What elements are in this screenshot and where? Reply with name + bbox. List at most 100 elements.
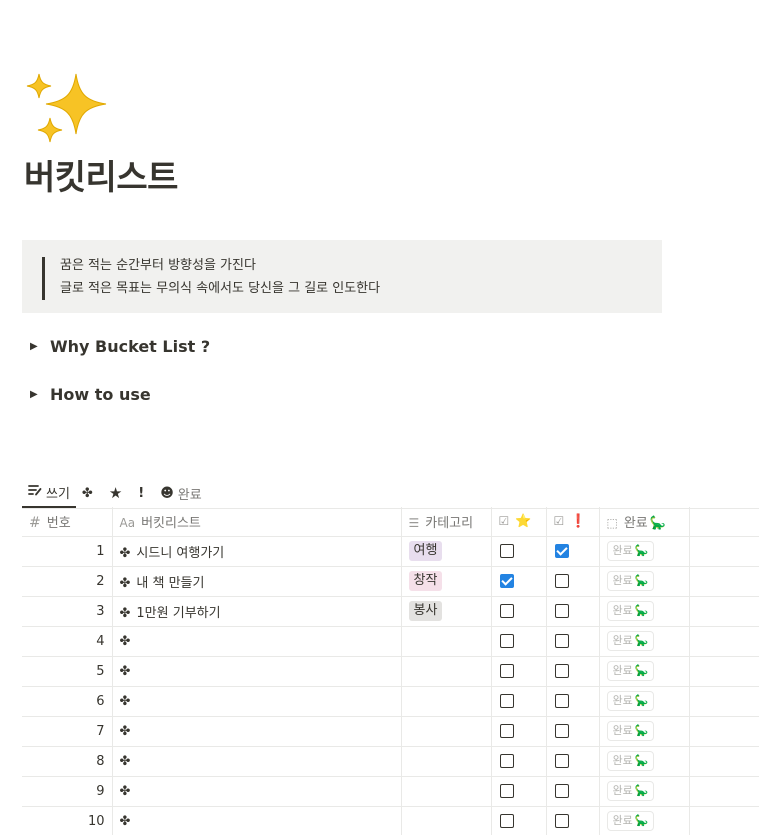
quote-block[interactable]: 꿈은 적는 순간부터 방향성을 가진다 글로 적은 목표는 무의식 속에서도 당… — [22, 240, 662, 313]
row-number[interactable]: 7 — [22, 716, 112, 747]
row-category[interactable] — [400, 776, 491, 807]
urgent-checkbox[interactable] — [554, 634, 569, 648]
star-checkbox[interactable] — [499, 544, 514, 558]
row-number[interactable]: 8 — [22, 746, 112, 777]
tab-label: 쓰기 — [46, 486, 70, 502]
done-button[interactable]: 완료 🦕 — [606, 811, 655, 831]
table-row[interactable]: 2 ✤ 내 책 만들기 창작 완료 🦕 — [22, 566, 759, 597]
column-header-done[interactable]: ⬚ 완료 🦕 — [598, 507, 689, 537]
row-number[interactable]: 2 — [22, 566, 112, 597]
column-header-name[interactable]: Aa 버킷리스트 — [111, 507, 401, 537]
urgent-checkbox[interactable] — [554, 814, 569, 828]
star-checkbox[interactable] — [499, 694, 514, 708]
row-star-cell — [490, 716, 546, 747]
row-number[interactable]: 5 — [22, 656, 112, 687]
done-button[interactable]: 완료 🦕 — [606, 721, 655, 741]
toggle-arrow-icon[interactable]: ▶ — [30, 341, 50, 352]
table-row[interactable]: 5 ✤ 완료 🦕 — [22, 656, 759, 687]
row-title[interactable]: ✤ 1만원 기부하기 — [111, 596, 401, 627]
row-done-cell: 완료 🦕 — [598, 746, 689, 777]
row-title[interactable]: ✤ — [111, 686, 401, 717]
tab-write[interactable]: 쓰기 — [22, 478, 76, 508]
tab-exclamation[interactable]: ! — [132, 478, 154, 508]
dinosaur-icon: 🦕 — [634, 664, 649, 677]
done-button[interactable]: 완료 🦕 — [606, 661, 655, 681]
urgent-checkbox[interactable] — [554, 754, 569, 768]
tab-label: 완료 — [177, 487, 202, 503]
row-number[interactable]: 3 — [22, 596, 112, 627]
page-title[interactable]: 버킷리스트 — [24, 153, 178, 203]
dinosaur-icon: 🦕 — [634, 754, 649, 767]
done-button[interactable]: 완료 🦕 — [606, 631, 655, 651]
row-title[interactable]: ✤ — [111, 776, 401, 807]
table-row[interactable]: 3 ✤ 1만원 기부하기 봉사 완료 🦕 — [22, 596, 759, 627]
row-category[interactable] — [400, 686, 491, 717]
clover-icon: ✤ — [119, 545, 131, 561]
table-row[interactable]: 6 ✤ 완료 🦕 — [22, 686, 759, 717]
toggle-how-to-use[interactable]: ▶ How to use — [30, 382, 151, 406]
row-title[interactable]: ✤ — [111, 626, 401, 657]
toggle-why-bucket-list[interactable]: ▶ Why Bucket List ? — [30, 334, 210, 358]
urgent-checkbox[interactable] — [554, 544, 569, 558]
row-category[interactable] — [400, 806, 491, 835]
urgent-checkbox[interactable] — [554, 724, 569, 738]
row-number[interactable]: 10 — [22, 806, 112, 835]
column-header-category[interactable]: ☰ 카테고리 — [400, 507, 491, 537]
row-number[interactable]: 1 — [22, 536, 112, 567]
star-checkbox[interactable] — [499, 574, 514, 588]
done-button[interactable]: 완료 🦕 — [606, 541, 655, 561]
table-row[interactable]: 7 ✤ 완료 🦕 — [22, 716, 759, 747]
row-number[interactable]: 6 — [22, 686, 112, 717]
row-number[interactable]: 4 — [22, 626, 112, 657]
tab-star[interactable]: ★ — [103, 478, 132, 508]
urgent-checkbox[interactable] — [554, 784, 569, 798]
urgent-checkbox[interactable] — [554, 694, 569, 708]
button-type-icon: ⬚ — [606, 515, 618, 530]
star-checkbox[interactable] — [499, 754, 514, 768]
done-button[interactable]: 완료 🦕 — [606, 751, 655, 771]
row-category[interactable]: 창작 — [400, 566, 491, 597]
table-row[interactable]: 4 ✤ 완료 🦕 — [22, 626, 759, 657]
row-done-cell: 완료 🦕 — [598, 566, 689, 597]
star-checkbox[interactable] — [499, 784, 514, 798]
tab-done[interactable]: ☻ 완료 — [154, 478, 207, 508]
star-checkbox[interactable] — [499, 664, 514, 678]
table-row[interactable]: 8 ✤ 완료 🦕 — [22, 746, 759, 777]
row-number[interactable]: 9 — [22, 776, 112, 807]
star-checkbox[interactable] — [499, 604, 514, 618]
row-category[interactable] — [400, 746, 491, 777]
dinosaur-icon: 🦕 — [634, 694, 649, 707]
done-button[interactable]: 완료 🦕 — [606, 781, 655, 801]
done-button[interactable]: 완료 🦕 — [606, 601, 655, 621]
table-row[interactable]: 10 ✤ 완료 🦕 — [22, 806, 759, 835]
column-header-number[interactable]: # 번호 — [22, 507, 112, 537]
toggle-arrow-icon[interactable]: ▶ — [30, 389, 50, 400]
row-category[interactable]: 봉사 — [400, 596, 491, 627]
tab-clover[interactable]: ✤ — [76, 478, 103, 508]
star-checkbox[interactable] — [499, 634, 514, 648]
text-type-icon: Aa — [119, 515, 136, 530]
table-row[interactable]: 9 ✤ 완료 🦕 — [22, 776, 759, 807]
done-button[interactable]: 완료 🦕 — [606, 691, 655, 711]
urgent-checkbox[interactable] — [554, 664, 569, 678]
urgent-checkbox[interactable] — [554, 604, 569, 618]
row-title[interactable]: ✤ — [111, 806, 401, 835]
row-empty-cell — [688, 656, 759, 687]
row-title[interactable]: ✤ 내 책 만들기 — [111, 566, 401, 597]
row-category[interactable] — [400, 656, 491, 687]
row-category[interactable]: 여행 — [400, 536, 491, 567]
column-header-star[interactable]: ☑ ⭐ — [490, 507, 546, 537]
category-tag: 여행 — [408, 541, 443, 561]
urgent-checkbox[interactable] — [554, 574, 569, 588]
row-title[interactable]: ✤ — [111, 746, 401, 777]
done-button[interactable]: 완료 🦕 — [606, 571, 655, 591]
row-category[interactable] — [400, 716, 491, 747]
column-header-urgent[interactable]: ☑ ❗ — [545, 507, 599, 537]
row-title[interactable]: ✤ 시드니 여행가기 — [111, 536, 401, 567]
star-checkbox[interactable] — [499, 814, 514, 828]
row-category[interactable] — [400, 626, 491, 657]
row-title[interactable]: ✤ — [111, 716, 401, 747]
table-row[interactable]: 1 ✤ 시드니 여행가기 여행 완료 🦕 — [22, 536, 759, 567]
row-title[interactable]: ✤ — [111, 656, 401, 687]
star-checkbox[interactable] — [499, 724, 514, 738]
